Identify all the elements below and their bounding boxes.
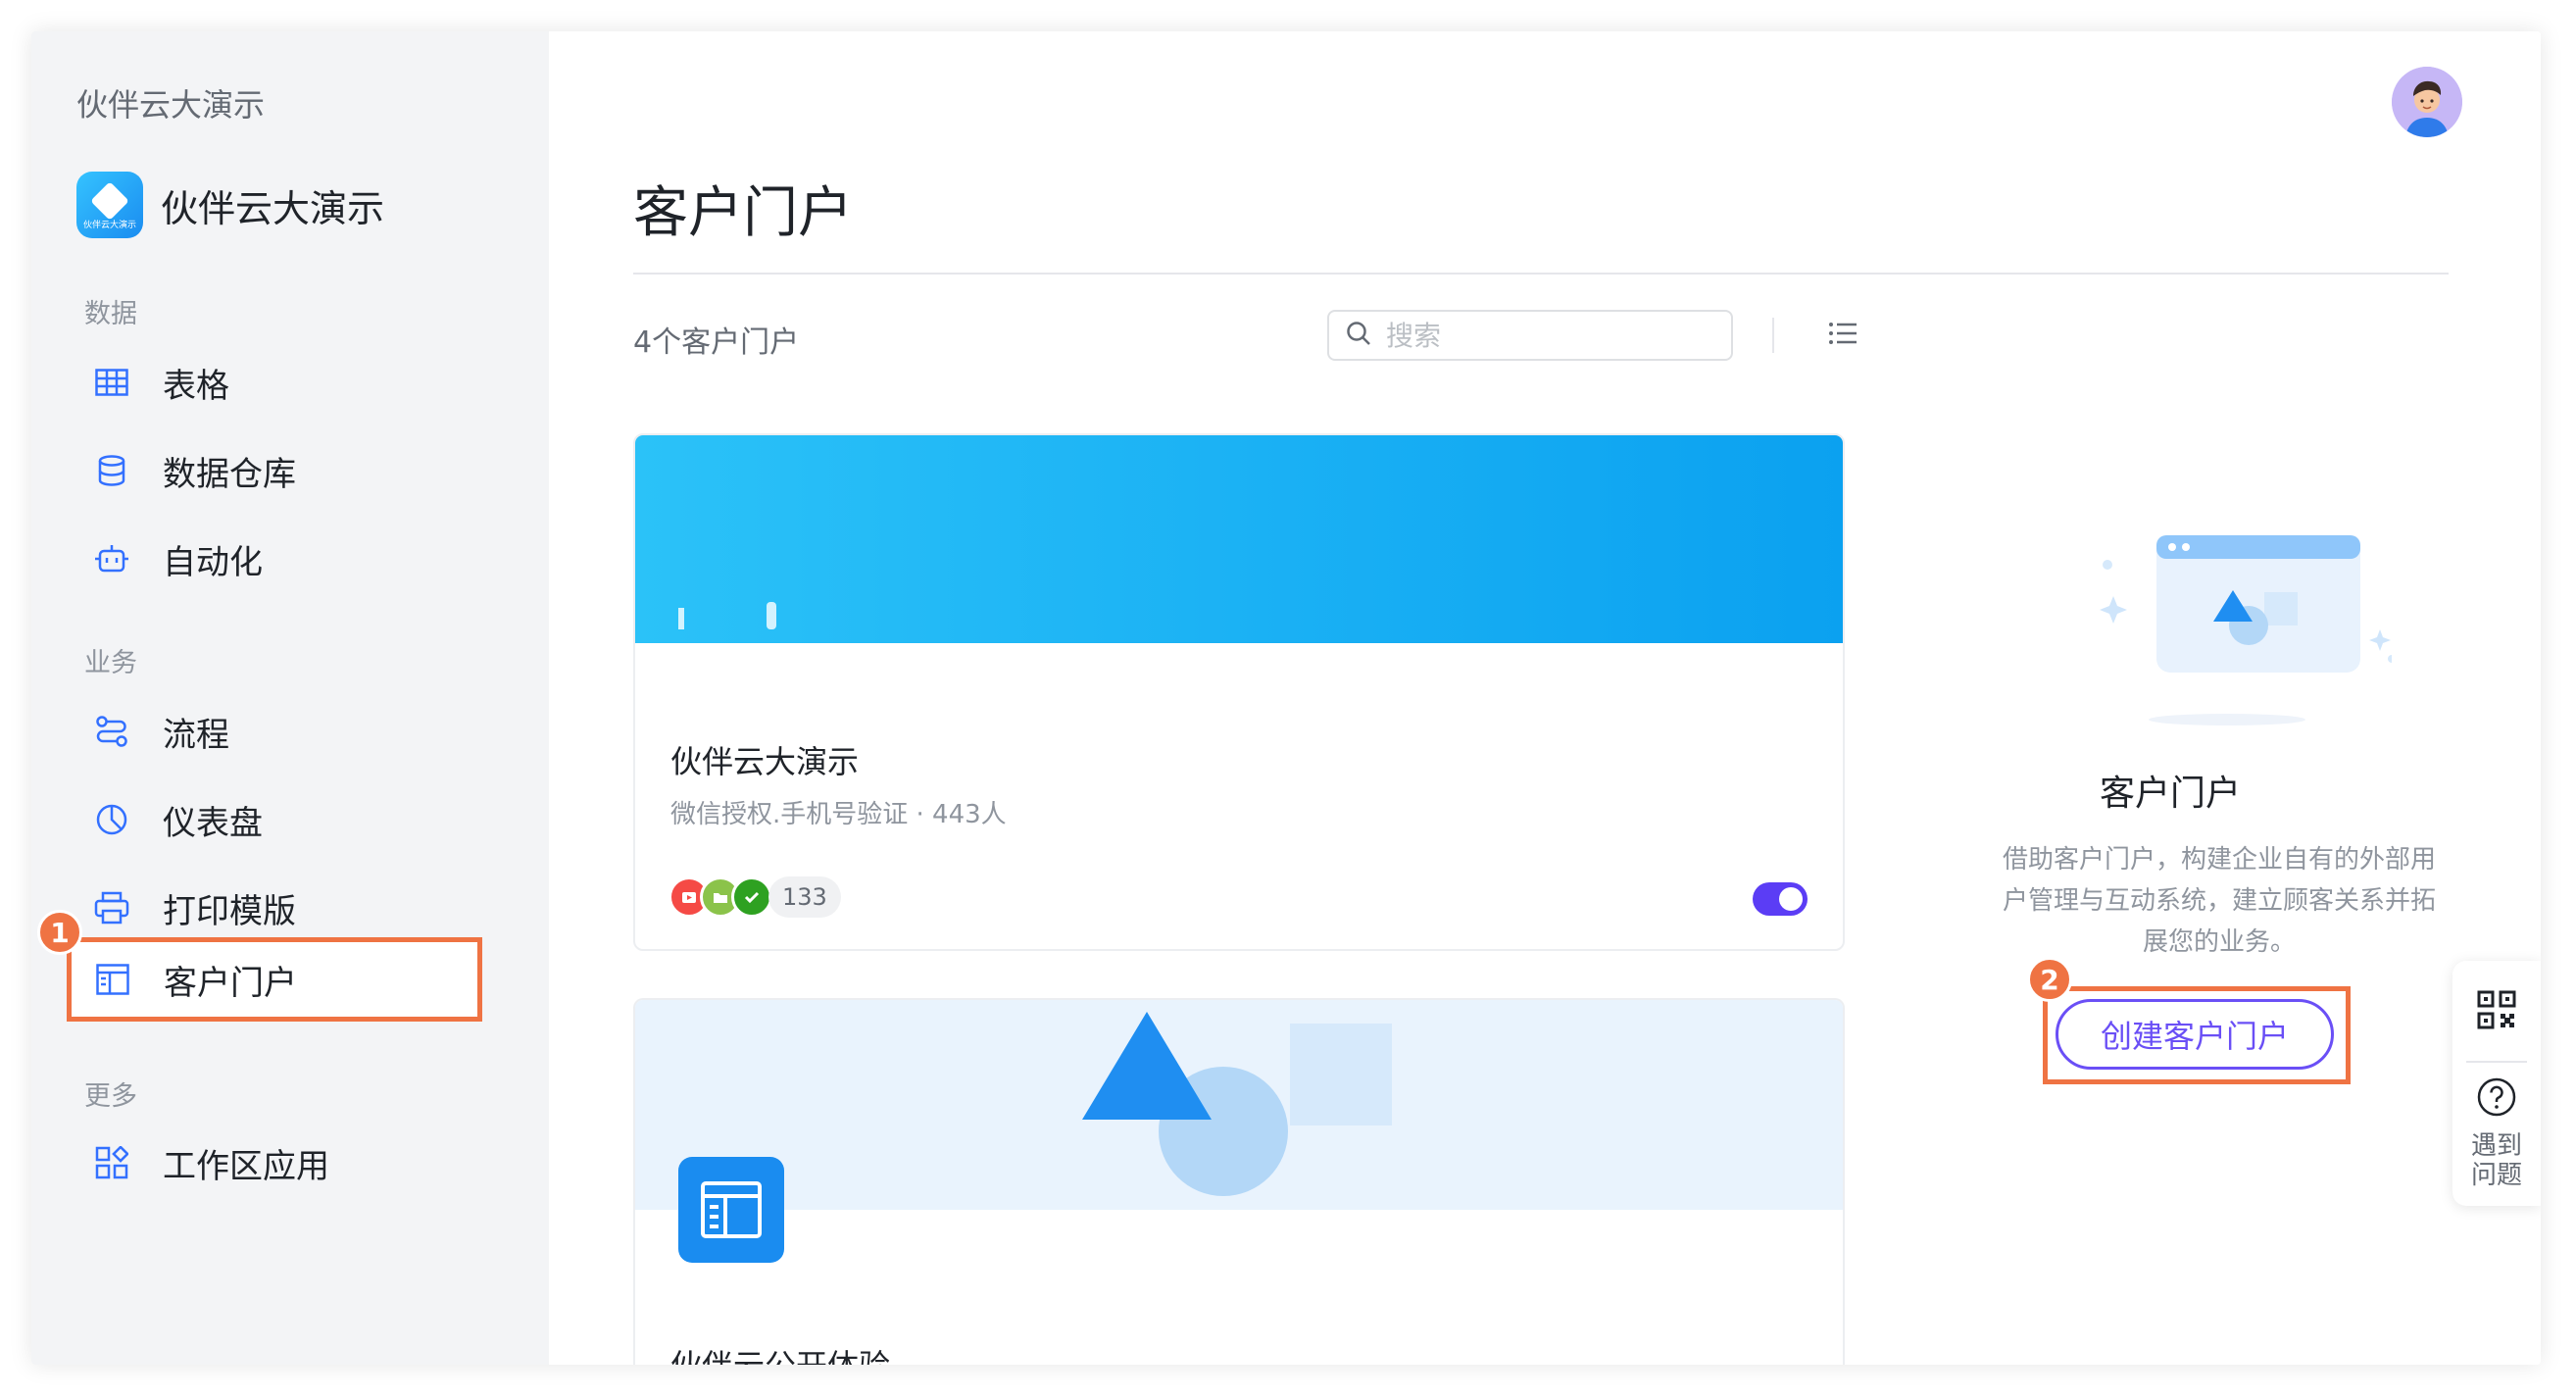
portal-count: 4个客户门户 bbox=[633, 325, 800, 360]
sidebar-item-customer-portal[interactable]: 客户门户 bbox=[67, 937, 482, 1022]
card-subtitle: 微信授权.手机号验证 · 443人 bbox=[670, 800, 1007, 829]
page-title: 客户门户 bbox=[633, 181, 853, 245]
group-label-more: 更多 bbox=[84, 1081, 137, 1112]
workspace-title[interactable]: 伙伴云大演示 bbox=[76, 80, 265, 125]
create-portal-button[interactable]: 创建客户门户 bbox=[2056, 999, 2334, 1070]
sidebar-item-flow[interactable]: 流程 bbox=[92, 702, 229, 761]
sidebar-item-table[interactable]: 表格 bbox=[92, 353, 229, 412]
sidebar-item-automation[interactable]: 自动化 bbox=[92, 529, 263, 588]
sidebar-item-label: 仪表盘 bbox=[163, 803, 263, 843]
card-title: 伙伴云公开体验 bbox=[670, 1341, 890, 1365]
empty-state-title: 客户门户 bbox=[2100, 774, 2242, 814]
app-window: 伙伴云大演示 伙伴云大演示 伙伴云大演示 数据 表格 数据仓库 自动化 业务 流… bbox=[31, 31, 2541, 1365]
portal-card-icon bbox=[678, 1157, 784, 1263]
search-icon bbox=[1345, 320, 1372, 351]
group-label-data: 数据 bbox=[84, 299, 137, 329]
step-badge-1: 1 bbox=[37, 910, 82, 955]
help-label-line1: 遇到 bbox=[2470, 1131, 2522, 1161]
card-banner bbox=[635, 435, 1843, 643]
list-icon bbox=[1828, 321, 1858, 350]
qr-code-button[interactable] bbox=[2477, 990, 2516, 1029]
qr-code-icon bbox=[2477, 990, 2516, 1033]
sidebar-item-data-warehouse[interactable]: 数据仓库 bbox=[92, 441, 296, 500]
create-button-highlight: 创建客户门户 bbox=[2043, 986, 2351, 1084]
flow-icon bbox=[92, 712, 131, 751]
title-divider bbox=[633, 273, 2449, 275]
app-header[interactable]: 伙伴云大演示 伙伴云大演示 bbox=[76, 171, 384, 239]
list-view-button[interactable] bbox=[1823, 316, 1862, 355]
dashboard-icon bbox=[92, 800, 131, 839]
toolbar-divider bbox=[1772, 318, 1774, 353]
empty-illustration bbox=[2058, 502, 2405, 751]
card-banner bbox=[635, 1000, 1843, 1210]
app-name: 伙伴云大演示 bbox=[161, 186, 385, 230]
main-content: 客户门户 4个客户门户 伙伴云大演示 微信授权.手机号验证 · 443人 bbox=[549, 31, 2541, 1365]
check-icon bbox=[731, 876, 772, 918]
app-logo-text: 伙伴云大演示 bbox=[82, 221, 136, 230]
help-button[interactable]: 遇到 问题 bbox=[2452, 1076, 2541, 1200]
floating-help-panel: 遇到 问题 bbox=[2452, 961, 2541, 1206]
portal-icon bbox=[93, 960, 132, 999]
card-title: 伙伴云大演示 bbox=[670, 743, 860, 780]
sidebar-item-workspace-apps[interactable]: 工作区应用 bbox=[92, 1133, 329, 1192]
avatar[interactable] bbox=[2392, 67, 2462, 137]
sidebar-item-label: 流程 bbox=[163, 715, 229, 755]
sidebar-item-label: 表格 bbox=[163, 366, 229, 406]
step-badge-2: 2 bbox=[2027, 957, 2072, 1002]
group-label-business: 业务 bbox=[84, 648, 137, 678]
database-icon bbox=[92, 451, 131, 490]
sidebar-item-label: 工作区应用 bbox=[163, 1146, 329, 1186]
table-icon bbox=[92, 363, 131, 402]
sidebar-item-label: 打印模版 bbox=[163, 891, 296, 931]
sidebar: 伙伴云大演示 伙伴云大演示 伙伴云大演示 数据 表格 数据仓库 自动化 业务 流… bbox=[31, 31, 549, 1365]
apps-icon bbox=[92, 1143, 131, 1182]
sidebar-item-label: 数据仓库 bbox=[163, 454, 296, 494]
empty-state-description: 借助客户门户，构建企业自有的外部用户管理与互动系统，建立顾客关系并拓展您的业务。 bbox=[2002, 845, 2436, 957]
sidebar-item-print-template[interactable]: 打印模版 bbox=[92, 878, 296, 937]
sidebar-item-dashboard[interactable]: 仪表盘 bbox=[92, 790, 263, 849]
portal-card[interactable]: 伙伴云大演示 微信授权.手机号验证 · 443人 133 bbox=[633, 433, 1845, 951]
search-input[interactable] bbox=[1384, 318, 1702, 353]
help-icon bbox=[2476, 1076, 2517, 1122]
printer-icon bbox=[92, 888, 131, 927]
sidebar-item-label: 自动化 bbox=[163, 542, 263, 582]
search-box[interactable] bbox=[1327, 310, 1733, 361]
portal-card[interactable]: 伙伴云公开体验 bbox=[633, 998, 1845, 1365]
auth-icons: 133 bbox=[669, 876, 841, 918]
member-count: 133 bbox=[768, 876, 841, 918]
app-logo: 伙伴云大演示 bbox=[76, 172, 143, 238]
robot-icon bbox=[92, 539, 131, 578]
help-label-line2: 问题 bbox=[2470, 1161, 2522, 1190]
sidebar-item-label: 客户门户 bbox=[164, 963, 297, 1003]
portal-enabled-toggle[interactable] bbox=[1753, 882, 1808, 916]
